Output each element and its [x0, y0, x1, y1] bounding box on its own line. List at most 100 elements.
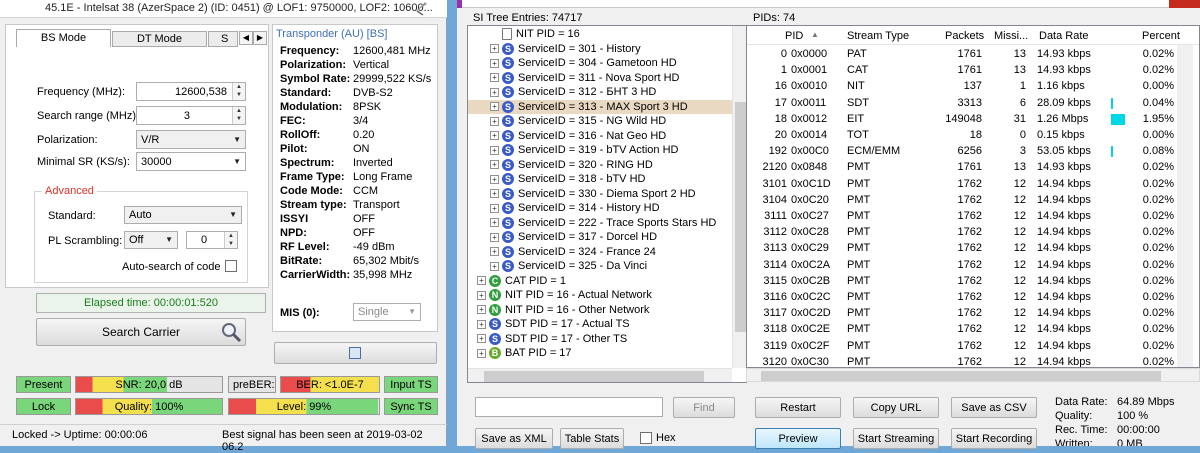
expand-icon[interactable]: + — [477, 276, 486, 286]
pid-row[interactable]: 3119 0x0C2F PMT 1762 12 14.94 kbps 0.02% — [747, 338, 1177, 355]
pid-row[interactable]: 3117 0x0C2D PMT 1762 12 14.94 kbps 0.02% — [747, 305, 1177, 322]
save-csv-button[interactable]: Save as CSV — [951, 397, 1037, 418]
tab-dt-mode[interactable]: DT Mode — [112, 31, 207, 47]
pid-row[interactable]: 192 0x00C0 ECM/EMM 6256 3 53.05 kbps 0.08% — [747, 143, 1177, 160]
tab-scroll-right[interactable]: ▶ — [253, 31, 267, 45]
mis-select[interactable]: Single ▼ — [353, 303, 421, 321]
col-percent[interactable]: Percent — [1142, 30, 1180, 42]
col-packets[interactable]: Packets — [945, 30, 984, 42]
autosearch-checkbox[interactable] — [225, 260, 237, 272]
si-tree-item[interactable]: + S ServiceID = 311 - Nova Sport HD — [468, 71, 732, 86]
expand-icon[interactable]: + — [490, 87, 499, 97]
si-tree-item[interactable]: + S ServiceID = 324 - France 24 — [468, 245, 732, 260]
pid-table[interactable]: PID ▲ Stream Type Packets Missi... Data … — [746, 25, 1200, 368]
pid-row[interactable]: 3113 0x0C29 PMT 1762 12 14.94 kbps 0.02% — [747, 240, 1177, 257]
standard-select[interactable]: Auto ▼ — [124, 206, 242, 224]
tree-vscroll-thumb[interactable] — [735, 102, 746, 332]
tab-scroll-left[interactable]: ◀ — [239, 31, 253, 45]
si-tree-item[interactable]: + S ServiceID = 319 - bTV Action HD — [468, 143, 732, 158]
frequency-input[interactable]: 12600,538 ▲ ▼ — [136, 82, 246, 101]
pid-hscroll-thumb[interactable] — [761, 371, 1161, 381]
expand-icon[interactable]: + — [490, 44, 499, 54]
find-button[interactable]: Find — [673, 397, 735, 418]
pid-vscroll[interactable] — [1177, 45, 1193, 367]
pid-row[interactable]: 18 0x0012 EIT 149048 31 1.26 Mbps 1.95% — [747, 111, 1177, 128]
si-tree-item[interactable]: + S ServiceID = 314 - History HD — [468, 201, 732, 216]
si-tree-item[interactable]: + S ServiceID = 325 - Da Vinci — [468, 259, 732, 274]
search-icon[interactable] — [219, 320, 243, 344]
col-pid[interactable]: PID — [785, 30, 803, 42]
pls-mode-select[interactable]: Off ▼ — [124, 231, 178, 249]
expand-icon[interactable]: + — [490, 203, 499, 213]
pid-row[interactable]: 3111 0x0C27 PMT 1762 12 14.94 kbps 0.02% — [747, 208, 1177, 225]
search-range-input[interactable]: 3 ▲ ▼ — [136, 106, 246, 125]
pid-row[interactable]: 3101 0x0C1D PMT 1762 12 14.94 kbps 0.02% — [747, 176, 1177, 193]
pid-row[interactable]: 3116 0x0C2C PMT 1762 12 14.94 kbps 0.02% — [747, 289, 1177, 306]
si-tree-item[interactable]: + S ServiceID = 301 - History — [468, 42, 732, 57]
restart-button[interactable]: Restart — [755, 397, 841, 418]
expand-icon[interactable]: + — [490, 189, 499, 199]
si-tree-item[interactable]: + S ServiceID = 312 - БНТ 3 HD — [468, 85, 732, 100]
list-view-button[interactable] — [274, 342, 437, 364]
tree-vscroll[interactable] — [732, 26, 746, 368]
expand-icon[interactable]: + — [490, 218, 499, 228]
tab-bs-mode[interactable]: BS Mode — [16, 29, 111, 47]
copy-url-button[interactable]: Copy URL — [853, 397, 939, 418]
tree-hscroll-thumb[interactable] — [484, 371, 704, 382]
pid-row[interactable]: 2120 0x0848 PMT 1761 13 14.93 kbps 0.02% — [747, 159, 1177, 176]
pid-row[interactable]: 3120 0x0C30 PMT 1762 12 14.94 kbps 0.02% — [747, 354, 1177, 367]
col-data-rate[interactable]: Data Rate — [1039, 30, 1089, 42]
expand-icon[interactable]: + — [490, 145, 499, 155]
si-tree-item[interactable]: + C CAT PID = 1 — [468, 274, 732, 289]
expand-icon[interactable]: + — [477, 319, 486, 329]
si-tree-item[interactable]: + S ServiceID = 316 - Nat Geo HD — [468, 129, 732, 144]
expand-icon[interactable]: + — [490, 160, 499, 170]
pls-value-input[interactable]: 0 ▲ ▼ — [186, 231, 238, 249]
pid-row[interactable]: 1 0x0001 CAT 1761 13 14.93 kbps 0.02% — [747, 62, 1177, 79]
si-tree-item[interactable]: + S SDT PID = 17 - Actual TS — [468, 317, 732, 332]
expand-icon[interactable]: + — [490, 58, 499, 68]
pid-row[interactable]: 20 0x0014 TOT 18 0 0.15 kbps 0.00% — [747, 127, 1177, 144]
si-tree-item[interactable]: + S ServiceID = 222 - Trace Sports Stars H… — [468, 216, 732, 231]
si-tree-item[interactable]: + S ServiceID = 320 - RING HD — [468, 158, 732, 173]
close-icon[interactable] — [1169, 0, 1200, 8]
si-tree-item[interactable]: + S ServiceID = 313 - MAX Sport 3 HD — [468, 99, 732, 114]
pid-row[interactable]: 17 0x0011 SDT 3313 6 28.09 kbps 0.04% — [747, 95, 1177, 112]
si-tree-item[interactable]: + S ServiceID = 330 - Diema Sport 2 HD — [468, 187, 732, 202]
expand-icon[interactable]: + — [490, 73, 499, 83]
hex-checkbox[interactable] — [640, 432, 652, 444]
pid-row[interactable]: 3118 0x0C2E PMT 1762 12 14.94 kbps 0.02% — [747, 321, 1177, 338]
expand-icon[interactable]: + — [490, 102, 499, 112]
si-tree-item[interactable]: + S ServiceID = 304 - Gametoon HD — [468, 56, 732, 71]
expand-icon[interactable]: + — [490, 174, 499, 184]
expand-icon[interactable]: + — [477, 348, 486, 358]
pid-row[interactable]: 16 0x0010 NIT 137 1 1.16 kbps 0.00% — [747, 78, 1177, 95]
expand-icon[interactable]: + — [490, 247, 499, 257]
min-sr-select[interactable]: 30000 ▼ — [136, 152, 246, 171]
expand-icon[interactable]: + — [490, 116, 499, 126]
expand-icon[interactable]: + — [477, 334, 486, 344]
si-tree-item[interactable]: + N NIT PID = 16 - Other Network — [468, 303, 732, 318]
pid-hscroll[interactable] — [746, 368, 1200, 382]
expand-icon[interactable]: + — [490, 261, 499, 271]
pid-row[interactable]: 3115 0x0C2B PMT 1762 12 14.94 kbps 0.02% — [747, 273, 1177, 290]
si-tree-item[interactable]: + S ServiceID = 315 - NG Wild HD — [468, 114, 732, 129]
search-carrier-button[interactable]: Search Carrier — [36, 318, 246, 346]
si-tree[interactable]: NIT PID = 16 + S ServiceID = 301 - History +… — [467, 25, 747, 383]
polarization-select[interactable]: V/R ▼ — [136, 130, 246, 149]
expand-icon[interactable]: + — [490, 131, 499, 141]
pid-row[interactable]: 3104 0x0C20 PMT 1762 12 14.94 kbps 0.02% — [747, 192, 1177, 209]
expand-icon[interactable]: + — [477, 305, 486, 315]
pid-row[interactable]: 0 0x0000 PAT 1761 13 14.93 kbps 0.02% — [747, 46, 1177, 63]
si-tree-item[interactable]: NIT PID = 16 — [468, 27, 732, 42]
find-input[interactable] — [475, 397, 663, 417]
si-tree-item[interactable]: + B BAT PID = 17 — [468, 346, 732, 361]
si-tree-item[interactable]: + S ServiceID = 318 - bTV HD — [468, 172, 732, 187]
tree-hscroll[interactable] — [468, 368, 732, 382]
si-tree-item[interactable]: + S SDT PID = 17 - Other TS — [468, 332, 732, 347]
expand-icon[interactable]: + — [490, 232, 499, 242]
col-stream-type[interactable]: Stream Type — [847, 30, 909, 42]
search-range-spin[interactable]: ▲ ▼ — [232, 107, 245, 124]
pid-row[interactable]: 3112 0x0C28 PMT 1762 12 14.94 kbps 0.02% — [747, 224, 1177, 241]
col-missing[interactable]: Missi... — [994, 30, 1028, 42]
